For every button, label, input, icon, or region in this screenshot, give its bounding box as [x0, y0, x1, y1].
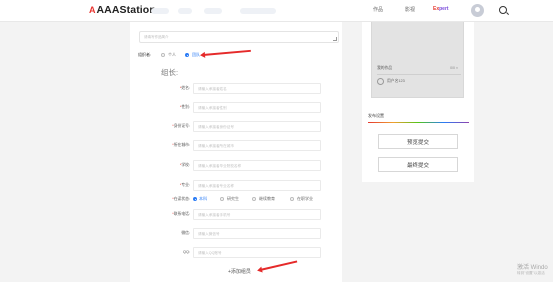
- radio-continuing-education[interactable]: [252, 197, 256, 201]
- logo-text: AAAStation: [96, 4, 156, 16]
- main-form-panel: 请填写作品简介 组织者: 个人 团队 组长: *姓名: 请输入承接者姓名 *性别…: [130, 22, 342, 282]
- preview-card-title: 我的作品: [377, 66, 393, 70]
- field-label: *专业:: [179, 183, 190, 187]
- input-placeholder: 请输入承接者姓名: [198, 87, 227, 91]
- radio-graduate[interactable]: [220, 197, 224, 201]
- radio-on-job-study[interactable]: [290, 197, 294, 201]
- form-row-phone: *联系电话: 请输入承接者手机号: [130, 209, 342, 220]
- school-input[interactable]: 请输入承接者毕业院校名称: [193, 160, 321, 171]
- input-placeholder: 请输入承接者所在城市: [198, 144, 234, 148]
- input-placeholder: 请输入承接者毕业院校名称: [198, 164, 242, 168]
- field-label: 微信:: [181, 231, 190, 235]
- radio-graduate-label[interactable]: 研究生: [227, 196, 239, 202]
- preview-card-count: 0/0 ×: [450, 66, 458, 70]
- radio-individual[interactable]: [161, 53, 165, 57]
- organizer-label: 组织者:: [138, 52, 152, 57]
- input-placeholder: 请输入承接者性别: [198, 106, 227, 110]
- city-input[interactable]: 请输入承接者所在城市: [193, 140, 321, 151]
- field-label-text: 性别:: [181, 105, 190, 109]
- windows-activation-subtext: 转到"设置"以激活: [517, 271, 545, 275]
- field-label: *性别:: [179, 105, 190, 109]
- logo-mark-icon: A: [89, 5, 96, 15]
- phone-input[interactable]: 请输入承接者手机号: [193, 209, 321, 220]
- input-placeholder: 请输入承接者身份证号: [198, 125, 234, 129]
- user-name: 用户名123: [387, 79, 405, 83]
- description-placeholder: 请填写作品简介: [144, 35, 169, 39]
- nav-link-4[interactable]: [240, 8, 276, 14]
- form-row-id-number: *身份证号: 请输入承接者身份证号: [130, 121, 342, 132]
- field-label-text: 所在城市:: [173, 143, 190, 147]
- work-preview-card: 我的作品 0/0 × 用户名123: [371, 22, 464, 98]
- form-row-school: *学校: 请输入承接者毕业院校名称: [130, 160, 342, 171]
- preview-submit-button[interactable]: 预览提交: [378, 134, 458, 149]
- radio-continuing-education-label[interactable]: 继续教育: [259, 196, 275, 202]
- input-placeholder: 请输入承接者手机号: [198, 213, 231, 217]
- input-placeholder: 请输入微信号: [198, 232, 220, 236]
- field-label: *身份证号:: [172, 124, 190, 128]
- nav-link-3[interactable]: [204, 8, 222, 14]
- nav-expert[interactable]: Expert: [433, 6, 449, 12]
- form-row-study-status: *在读状态: 本科 研究生 继续教育 在职学业: [130, 194, 342, 205]
- field-label-text: 专业:: [181, 183, 190, 187]
- radio-team-label[interactable]: 团队: [192, 52, 200, 58]
- input-placeholder: 请输入承接者专业名称: [198, 184, 234, 188]
- radio-on-job-study-label[interactable]: 在职学业: [297, 196, 313, 202]
- major-input[interactable]: 请输入承接者专业名称: [193, 180, 321, 191]
- form-row-city: *所在城市: 请输入承接者所在城市: [130, 140, 342, 151]
- description-textarea[interactable]: 请填写作品简介: [139, 31, 339, 43]
- field-label: *学校:: [179, 163, 190, 167]
- publish-settings-label: 发布设置: [368, 113, 384, 118]
- search-icon[interactable]: [499, 6, 507, 14]
- qq-input[interactable]: 请输入QQ账号: [193, 247, 321, 258]
- right-sidebar: 我的作品 0/0 × 用户名123 发布设置 预览提交 最终提交: [362, 22, 474, 182]
- name-input[interactable]: 请输入承接者姓名: [193, 83, 321, 94]
- form-row-name: *姓名: 请输入承接者姓名: [130, 83, 342, 94]
- annotation-arrow-icon: [259, 260, 298, 271]
- nav-film[interactable]: 影视: [405, 6, 415, 13]
- add-group-member-link[interactable]: +添加组员: [228, 268, 251, 275]
- input-placeholder: 请输入QQ账号: [198, 251, 222, 255]
- divider: [377, 74, 461, 75]
- field-label-text: 联系电话:: [173, 212, 190, 216]
- form-row-gender: *性别: 请输入承接者性别: [130, 102, 342, 113]
- form-row-wechat: 微信: 请输入微信号: [130, 228, 342, 239]
- form-row-qq: QQ: 请输入QQ账号: [130, 247, 342, 258]
- site-logo[interactable]: A AAAStation: [89, 4, 156, 16]
- annotation-arrow-icon: [202, 49, 251, 56]
- field-label-text: 在读状态:: [173, 197, 190, 201]
- radio-individual-label[interactable]: 个人: [168, 52, 176, 58]
- id-number-input[interactable]: 请输入承接者身份证号: [193, 121, 321, 132]
- final-submit-button[interactable]: 最终提交: [378, 157, 458, 172]
- avatar[interactable]: [471, 4, 484, 17]
- user-icon: [377, 78, 384, 85]
- field-label-text: 姓名:: [181, 86, 190, 90]
- windows-activation-watermark: 激活 Windo: [517, 265, 548, 271]
- group-leader-title: 组长:: [161, 68, 179, 77]
- field-label-text: 学校:: [181, 163, 190, 167]
- field-label-text: 身份证号:: [173, 124, 190, 128]
- field-label: *姓名:: [179, 86, 190, 90]
- gender-input[interactable]: 请输入承接者性别: [193, 102, 321, 113]
- wechat-input[interactable]: 请输入微信号: [193, 228, 321, 239]
- nav-works[interactable]: 作品: [373, 6, 383, 13]
- radio-undergraduate-label[interactable]: 本科: [199, 196, 207, 202]
- resize-handle-icon[interactable]: [333, 37, 337, 41]
- nav-expert-part-2: pert: [439, 6, 449, 12]
- field-label: *所在城市:: [172, 143, 190, 147]
- field-label: *在读状态:: [172, 197, 190, 201]
- radio-team[interactable]: [185, 53, 189, 57]
- top-navigation-bar: A AAAStation 作品 影视 Expert: [0, 0, 553, 22]
- study-status-radio-group: 本科 研究生 继续教育 在职学业: [193, 196, 333, 204]
- field-label: *联系电话:: [172, 212, 190, 216]
- field-label: QQ:: [183, 250, 190, 254]
- nav-link-2[interactable]: [178, 8, 192, 14]
- nav-link-1[interactable]: [151, 8, 169, 14]
- form-row-major: *专业: 请输入承接者专业名称: [130, 180, 342, 191]
- gradient-divider: [368, 122, 469, 124]
- radio-undergraduate[interactable]: [193, 197, 197, 201]
